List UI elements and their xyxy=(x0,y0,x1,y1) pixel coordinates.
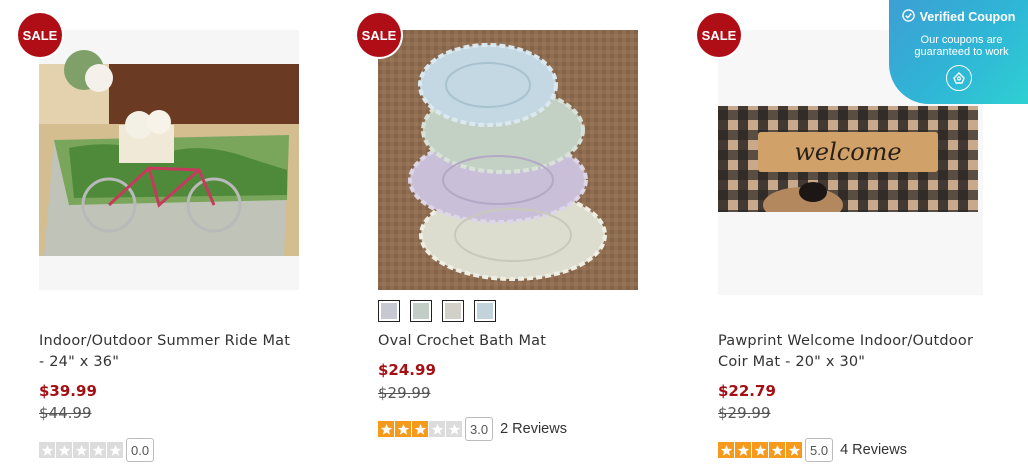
product-title-line1[interactable]: Pawprint Welcome Indoor/Outdoor xyxy=(718,331,988,352)
star-icon xyxy=(56,442,72,458)
sale-badge: SALE xyxy=(18,13,62,57)
star-rating xyxy=(718,442,802,458)
reviews-link[interactable]: 2 Reviews xyxy=(500,421,567,437)
mat-text: welcome xyxy=(794,138,901,166)
sale-price: $24.99 xyxy=(378,361,436,379)
star-icon xyxy=(378,421,394,437)
star-icon xyxy=(90,442,106,458)
color-swatch[interactable] xyxy=(378,300,400,322)
star-icon xyxy=(735,442,751,458)
star-rating xyxy=(39,442,123,458)
star-rating xyxy=(378,421,462,437)
star-icon xyxy=(752,442,768,458)
sale-price: $22.79 xyxy=(718,382,776,400)
star-icon xyxy=(446,421,462,437)
product-title-line2[interactable]: - 24" x 36" xyxy=(39,352,309,373)
coupon-title: Verified Coupon xyxy=(919,10,1016,24)
star-icon xyxy=(718,442,734,458)
sale-badge: SALE xyxy=(357,13,401,57)
reviews-link[interactable]: 4 Reviews xyxy=(840,442,907,458)
product-card[interactable]: SALE Indoor/Outdoor Summer Ride Mat - 24… xyxy=(18,0,318,470)
rating-score: 0.0 xyxy=(126,438,155,462)
color-swatch[interactable] xyxy=(410,300,432,322)
original-price: $44.99 xyxy=(39,404,92,422)
coupon-subtitle: Our coupons are guaranteed to work xyxy=(889,34,1028,58)
product-title[interactable]: Oval Crochet Bath Mat xyxy=(378,331,648,352)
check-circle-icon xyxy=(901,9,915,25)
product-card[interactable]: SALE Oval Crochet Bath Mat $24.99 $29.99… xyxy=(357,0,657,470)
sale-badge: SALE xyxy=(697,13,741,57)
product-title-line1[interactable]: Oval Crochet Bath Mat xyxy=(378,331,648,352)
star-icon xyxy=(769,442,785,458)
coupon-header: Verified Coupon xyxy=(889,9,1028,25)
coupon-subtitle-line1: Our coupons are xyxy=(920,34,1003,46)
rating[interactable]: 0.0 xyxy=(39,438,155,462)
star-icon xyxy=(412,421,428,437)
product-image[interactable] xyxy=(378,30,638,290)
original-price: $29.99 xyxy=(378,384,431,402)
product-title[interactable]: Indoor/Outdoor Summer Ride Mat - 24" x 3… xyxy=(39,331,309,373)
rating[interactable]: 5.0 4 Reviews xyxy=(718,438,907,462)
star-icon xyxy=(395,421,411,437)
color-swatches xyxy=(378,300,496,322)
sale-price: $39.99 xyxy=(39,382,97,400)
verified-coupon-banner[interactable]: Verified Coupon Our coupons are guarante… xyxy=(889,0,1028,104)
coupon-logo-icon xyxy=(945,65,972,91)
product-title[interactable]: Pawprint Welcome Indoor/Outdoor Coir Mat… xyxy=(718,331,988,373)
star-icon xyxy=(39,442,55,458)
coupon-subtitle-line2: guaranteed to work xyxy=(914,46,1009,58)
star-icon xyxy=(107,442,123,458)
star-icon xyxy=(429,421,445,437)
star-icon xyxy=(786,442,802,458)
product-image[interactable] xyxy=(39,30,299,290)
product-title-line1[interactable]: Indoor/Outdoor Summer Ride Mat xyxy=(39,331,309,352)
rating-score: 3.0 xyxy=(465,417,494,441)
rating-score: 5.0 xyxy=(805,438,834,462)
rating[interactable]: 3.0 2 Reviews xyxy=(378,417,567,441)
original-price: $29.99 xyxy=(718,404,771,422)
star-icon xyxy=(73,442,89,458)
color-swatch[interactable] xyxy=(442,300,464,322)
color-swatch[interactable] xyxy=(474,300,496,322)
product-title-line2[interactable]: Coir Mat - 20" x 30" xyxy=(718,352,988,373)
